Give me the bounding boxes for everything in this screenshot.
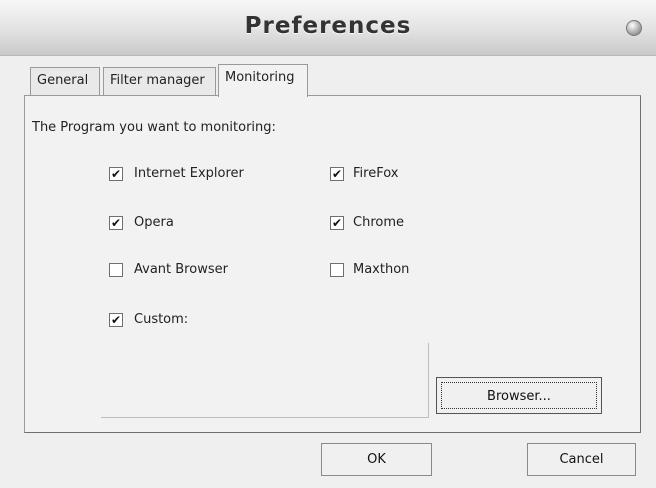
browse-button[interactable]: Browser...	[436, 377, 602, 414]
ok-button[interactable]: OK	[321, 443, 432, 476]
internet-explorer-checkbox[interactable]: ✔	[109, 167, 123, 181]
internet-explorer-label: Internet Explorer	[134, 166, 244, 181]
title-bar: Preferences	[0, 0, 656, 56]
tab-general[interactable]: General	[30, 67, 100, 95]
tab-monitoring[interactable]: Monitoring	[218, 64, 308, 97]
avant-browser-label: Avant Browser	[134, 262, 228, 277]
checkmark-icon: ✔	[331, 216, 343, 230]
checkmark-icon: ✔	[110, 167, 122, 181]
browse-button-label: Browser...	[441, 382, 597, 409]
close-orb-icon[interactable]	[626, 20, 642, 36]
checkmark-icon: ✔	[110, 313, 122, 327]
custom-path-field[interactable]	[101, 343, 429, 418]
opera-checkbox[interactable]: ✔	[109, 216, 123, 230]
monitoring-prompt: The Program you want to monitoring:	[32, 120, 276, 135]
maxthon-checkbox[interactable]	[330, 263, 344, 277]
firefox-label: FireFox	[353, 166, 399, 181]
firefox-checkbox[interactable]: ✔	[330, 167, 344, 181]
checkmark-icon: ✔	[331, 167, 343, 181]
avant-browser-checkbox[interactable]	[109, 263, 123, 277]
checkmark-icon: ✔	[110, 216, 122, 230]
window-title: Preferences	[244, 13, 412, 39]
cancel-button[interactable]: Cancel	[527, 443, 636, 476]
chrome-label: Chrome	[353, 215, 404, 230]
custom-checkbox[interactable]: ✔	[109, 313, 123, 327]
opera-label: Opera	[134, 215, 174, 230]
tab-filter-manager[interactable]: Filter manager	[103, 67, 216, 95]
maxthon-label: Maxthon	[353, 262, 410, 277]
chrome-checkbox[interactable]: ✔	[330, 216, 344, 230]
custom-label: Custom:	[134, 312, 189, 327]
